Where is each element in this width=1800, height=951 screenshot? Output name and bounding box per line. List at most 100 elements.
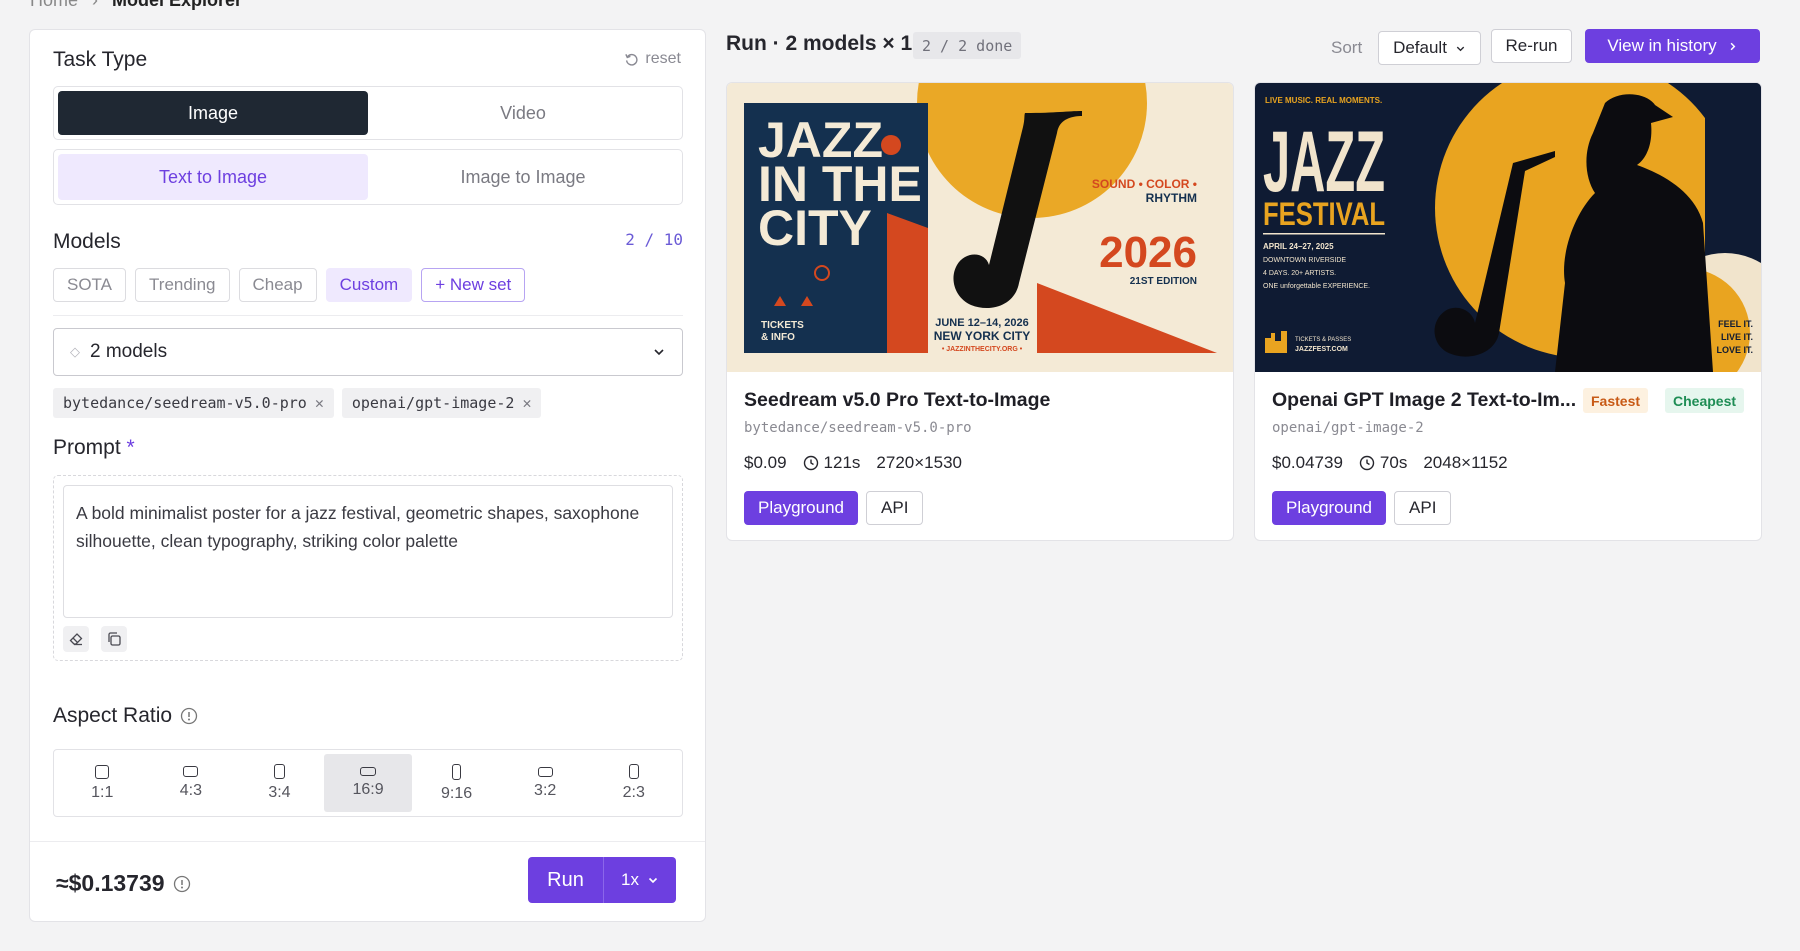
task-type-title: Task Type <box>53 48 148 71</box>
portrait-icon <box>628 764 639 779</box>
ratio-label: 2:3 <box>622 784 645 801</box>
prompt-title: Prompt * <box>53 436 135 460</box>
result-actions: Playground API <box>1272 491 1452 525</box>
type-image-option[interactable]: Image <box>58 91 368 135</box>
sort-label: Sort <box>1331 38 1363 57</box>
ratio-9-16[interactable]: 9:16 <box>412 754 501 812</box>
poster-text: JUNE 12–14, 2026 <box>935 317 1029 329</box>
result-stats: $0.09 121s 2720×1530 <box>744 453 962 473</box>
poster-text: APRIL 24–27, 2025 <box>1263 242 1334 251</box>
info-icon[interactable] <box>180 707 198 725</box>
run-title: Run · 2 models × 1 <box>726 32 913 55</box>
prompt-textarea[interactable]: A bold minimalist poster for a jazz fest… <box>63 485 673 618</box>
preset-trending[interactable]: Trending <box>135 268 230 302</box>
api-button[interactable]: API <box>1394 491 1452 525</box>
view-in-history-label: View in history <box>1607 36 1717 55</box>
result-card: LIVE MUSIC. REAL MOMENTS. JAZZ FESTIVAL … <box>1254 82 1762 541</box>
eraser-icon <box>69 633 83 646</box>
poster-text: ONE unforgettable EXPERIENCE. <box>1263 283 1370 290</box>
copy-prompt-button[interactable] <box>101 626 127 652</box>
model-tag: bytedance/seedream-v5.0-pro ✕ <box>53 388 334 418</box>
price: $0.04739 <box>1272 453 1343 472</box>
chevron-down-icon <box>654 349 664 356</box>
poster-text: RHYTHM <box>1146 191 1197 205</box>
ratio-3-2[interactable]: 3:2 <box>501 754 590 812</box>
sort-dropdown[interactable]: Default <box>1378 31 1481 65</box>
model-name: Openai GPT Image 2 Text-to-Im... <box>1272 389 1577 411</box>
model-id: openai/gpt-image-2 <box>1272 420 1424 436</box>
required-marker: * <box>126 436 135 459</box>
poster-text: LIVE MUSIC. REAL MOMENTS. <box>1265 96 1382 105</box>
divider <box>53 315 683 316</box>
landscape-icon <box>537 766 553 777</box>
poster-text: LOVE IT. <box>1716 345 1753 355</box>
landscape-icon <box>183 766 199 777</box>
reset-icon <box>625 53 638 66</box>
clear-prompt-button[interactable] <box>63 626 89 652</box>
ratio-2-3[interactable]: 2:3 <box>589 754 678 812</box>
clock-icon <box>803 455 818 471</box>
models-counter: 2 / 10 <box>625 230 683 249</box>
generated-image[interactable]: JAZZ IN THE CITY TICKETS & INFO SOUND • … <box>727 83 1234 372</box>
run-multiplier-dropdown[interactable]: 1x <box>604 857 676 903</box>
model-tag-label: bytedance/seedream-v5.0-pro <box>63 394 307 412</box>
fastest-badge: Fastest <box>1583 388 1649 413</box>
ratio-3-4[interactable]: 3:4 <box>235 754 324 812</box>
poster-text: TICKETS & PASSES <box>1295 337 1351 343</box>
ratio-16-9[interactable]: 16:9 <box>323 754 413 812</box>
portrait-icon <box>273 764 285 779</box>
preset-sota[interactable]: SOTA <box>53 268 127 302</box>
new-set-button[interactable]: + New set <box>421 268 526 302</box>
mode-image-to-image[interactable]: Image to Image <box>368 154 678 200</box>
model-tag: openai/gpt-image-2 ✕ <box>341 388 542 418</box>
model-name: Seedream v5.0 Pro Text-to-Image <box>744 389 1051 411</box>
type-video-option[interactable]: Video <box>368 91 678 135</box>
result-stats: $0.04739 70s 2048×1152 <box>1272 453 1508 473</box>
reset-button[interactable]: reset <box>624 50 681 68</box>
preset-custom[interactable]: Custom <box>325 268 413 302</box>
playground-button[interactable]: Playground <box>744 491 859 525</box>
cost-value: ≈$0.13739 <box>56 870 165 896</box>
poster-text: DOWNTOWN RIVERSIDE <box>1263 257 1346 264</box>
run-button[interactable]: Run <box>528 857 604 903</box>
ratio-label: 3:4 <box>268 784 291 801</box>
poster-text: FESTIVAL <box>1263 196 1385 232</box>
mode-text-to-image[interactable]: Text to Image <box>58 154 368 200</box>
playground-button[interactable]: Playground <box>1272 491 1387 525</box>
ratio-label: 16:9 <box>352 781 384 798</box>
rerun-button[interactable]: Re-run <box>1491 29 1572 63</box>
breadcrumb-home[interactable]: Home <box>30 0 78 11</box>
remove-icon[interactable]: ✕ <box>522 394 531 412</box>
generated-image[interactable]: LIVE MUSIC. REAL MOMENTS. JAZZ FESTIVAL … <box>1255 83 1762 372</box>
tall-icon <box>452 763 462 780</box>
cheapest-badge: Cheapest <box>1665 388 1745 413</box>
aspect-ratio-selector: 1:1 4:3 3:4 16:9 9:16 3:2 2:3 <box>53 749 683 817</box>
info-icon[interactable] <box>173 875 191 893</box>
preset-cheap[interactable]: Cheap <box>238 268 317 302</box>
resolution: 2048×1152 <box>1423 453 1508 472</box>
model-select[interactable]: ◇ 2 models <box>53 328 683 376</box>
ratio-4-3[interactable]: 4:3 <box>147 754 236 812</box>
api-button[interactable]: API <box>866 491 924 525</box>
model-id: bytedance/seedream-v5.0-pro <box>744 420 972 436</box>
multiplier-value: 1x <box>621 870 639 889</box>
breadcrumb-separator: › <box>92 0 99 10</box>
poster-text: 4 DAYS. 20+ ARTISTS. <box>1263 270 1336 277</box>
ratio-1-1[interactable]: 1:1 <box>58 754 147 812</box>
config-panel: Task Type reset Image Video Text to Imag… <box>29 29 706 922</box>
result-actions: Playground API <box>744 491 924 525</box>
run-button-group: Run 1x <box>528 857 676 903</box>
poster-text: 21ST EDITION <box>1130 276 1197 287</box>
model-select-value: 2 models <box>90 341 168 362</box>
prompt-title-label: Prompt <box>53 436 121 459</box>
widescreen-icon <box>360 767 377 776</box>
estimated-cost: ≈$0.13739 <box>56 870 191 897</box>
view-in-history-button[interactable]: View in history <box>1585 29 1760 63</box>
duration: 121s <box>803 453 860 473</box>
chevron-down-icon <box>648 877 658 884</box>
poster-text: SOUND • COLOR • <box>1092 177 1197 191</box>
poster-text: NEW YORK CITY <box>934 329 1030 343</box>
remove-icon[interactable]: ✕ <box>315 394 324 412</box>
poster-text: JAZZFEST.COM <box>1295 346 1348 353</box>
aspect-ratio-title: Aspect Ratio <box>53 704 198 728</box>
